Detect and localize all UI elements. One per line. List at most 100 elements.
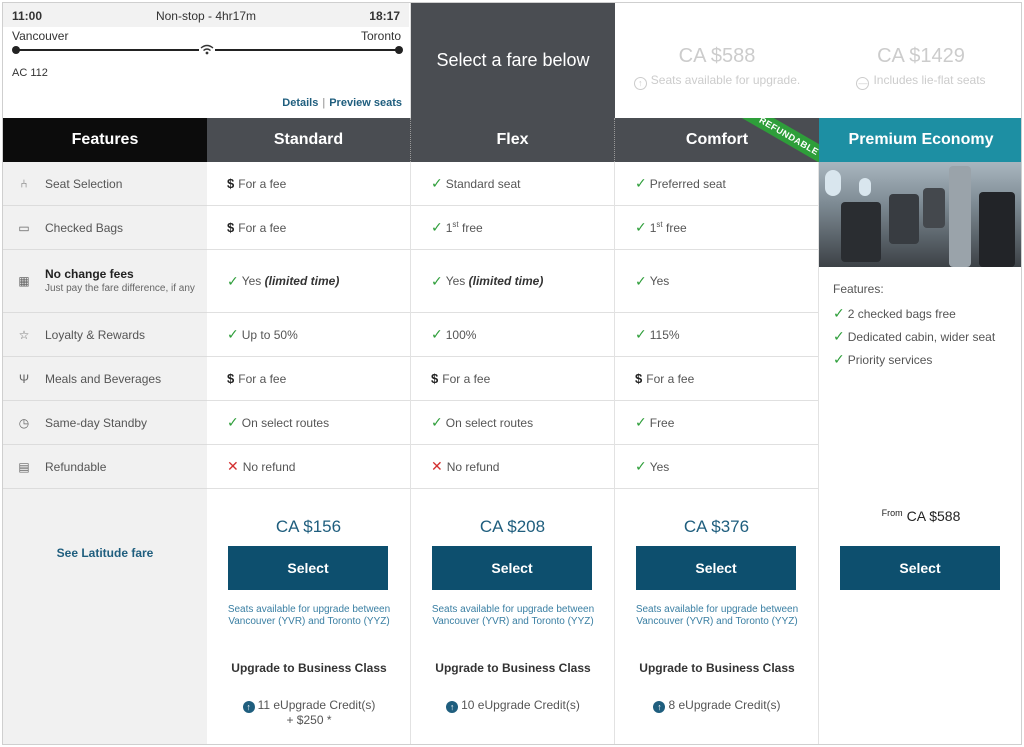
upgrade-title: Upgrade to Business Class bbox=[231, 661, 387, 675]
fare-cell-emphasis: (limited time) bbox=[465, 274, 544, 288]
upgrade-arrow-icon: ↑ bbox=[446, 701, 459, 713]
fare-cell: ✓ Up to 50% bbox=[207, 313, 410, 357]
fare-price: CA $208 bbox=[479, 517, 546, 536]
fare-cell-text: 115% bbox=[649, 327, 680, 342]
fare-cell-text: For a fee bbox=[238, 220, 287, 235]
top-price-business[interactable]: CA $588 ↑ Seats available for upgrade. bbox=[615, 3, 819, 118]
check-icon: ✓ bbox=[431, 219, 443, 235]
clock-icon: ◷ bbox=[18, 415, 30, 430]
comfort-fare-column: ✓ Preferred seat ✓ 1st free ✓ Yes ✓ 115% $ For a … bbox=[615, 162, 819, 744]
flex-fare-column: ✓ Standard seat ✓ 1st free ✓ Yes (limited tim… bbox=[411, 162, 615, 744]
fare-cell-text: Free bbox=[649, 415, 675, 430]
upgrade-note: Seats available for upgrade between Vanc… bbox=[227, 604, 391, 627]
features-header: Features bbox=[3, 118, 207, 162]
cross-icon: ✕ bbox=[227, 458, 239, 474]
upgrade-credits-text: 8 eUpgrade Credit(s) bbox=[668, 698, 781, 712]
standard-fare-column: $ For a fee $ For a fee ✓ Yes (limited time) ✓… bbox=[207, 162, 411, 744]
fare-cell: ✓ Yes (limited time) bbox=[411, 250, 614, 313]
fare-cell-text: For a fee bbox=[442, 371, 491, 386]
fare-cell-text: Yes bbox=[445, 274, 466, 288]
bag-icon: ▭ bbox=[18, 220, 30, 235]
upgrade-credits-text: 11 eUpgrade Credit(s) bbox=[257, 698, 376, 712]
cabin-bulkhead bbox=[949, 166, 971, 267]
upgrade-circle-icon: ↑ bbox=[633, 77, 647, 90]
check-icon: ✓ bbox=[635, 458, 647, 474]
fare-cell-text: For a fee bbox=[646, 371, 695, 386]
select-fare-prompt: Select a fare below bbox=[411, 3, 615, 118]
premium-features-label: Features: bbox=[833, 282, 884, 296]
upgrade-credits: ↑ 10 eUpgrade Credit(s) bbox=[425, 698, 601, 713]
origin-city: Vancouver bbox=[12, 29, 69, 43]
premium-select-button[interactable]: Select bbox=[840, 546, 1000, 590]
cabin-window bbox=[825, 170, 841, 196]
feature-title: No change fees bbox=[45, 267, 134, 281]
feature-row-refundable: ▤ Refundable bbox=[3, 445, 207, 489]
fare-cell: $ For a fee bbox=[411, 357, 614, 401]
fare-cell: ✕ No refund bbox=[411, 445, 614, 489]
premium-price-amount: CA $588 bbox=[906, 508, 961, 524]
features-column: ⑃ Seat Selection ▭ Checked Bags ▦ No chang… bbox=[3, 162, 207, 744]
fare-price: CA $376 bbox=[683, 517, 750, 536]
premium-price: From CA $588 bbox=[819, 508, 1021, 524]
wifi-icon bbox=[199, 42, 215, 56]
fare-cell: ✓ On select routes bbox=[207, 401, 410, 445]
preview-seats-link[interactable]: Preview seats bbox=[329, 97, 402, 109]
flight-links: Details | Preview seats bbox=[282, 97, 402, 109]
fare-cell: ✓ Yes bbox=[615, 250, 818, 313]
feature-row-meals: Ψ Meals and Beverages bbox=[3, 357, 207, 401]
fare-cell: ✓ Yes bbox=[615, 445, 818, 489]
dollar-icon: $ bbox=[227, 220, 235, 235]
check-icon: ✓ bbox=[833, 351, 845, 367]
fare-cell: ✓ 1st free bbox=[411, 206, 614, 250]
dollar-icon: $ bbox=[227, 371, 235, 386]
check-icon: ✓ bbox=[635, 219, 647, 235]
cabin-seat bbox=[923, 188, 945, 228]
link-separator: | bbox=[322, 97, 326, 109]
fare-cell-text: No refund bbox=[242, 459, 296, 474]
receipt-icon: ▤ bbox=[18, 459, 30, 474]
standard-select-button[interactable]: Select bbox=[228, 546, 388, 590]
check-icon: ✓ bbox=[227, 414, 239, 430]
flex-select-button[interactable]: Select bbox=[432, 546, 592, 590]
fare-cell: ✓ On select routes bbox=[411, 401, 614, 445]
feature-row-checked-bags: ▭ Checked Bags bbox=[3, 206, 207, 250]
fare-cell-text: 100% bbox=[445, 327, 477, 342]
feature-row-loyalty: ☆ Loyalty & Rewards bbox=[3, 313, 207, 357]
comfort-select-button[interactable]: Select bbox=[636, 546, 796, 590]
feature-subtitle: Just pay the fare difference, if any bbox=[45, 283, 195, 294]
fare-cell: ✓ 100% bbox=[411, 313, 614, 357]
fare-cell: ✓ Standard seat bbox=[411, 162, 614, 206]
fare-cell: $ For a fee bbox=[207, 162, 410, 206]
flight-number: AC 112 bbox=[12, 67, 48, 79]
upgrade-title: Upgrade to Business Class bbox=[639, 661, 795, 675]
comfort-header-label: Comfort bbox=[685, 131, 749, 148]
fare-cell-text: For a fee bbox=[238, 176, 287, 191]
check-icon: ✓ bbox=[635, 414, 647, 430]
upgrade-credits: ↑ 8 eUpgrade Credit(s) bbox=[629, 698, 805, 713]
check-icon: ✓ bbox=[227, 272, 239, 289]
fare-price: CA $156 bbox=[275, 517, 342, 536]
flight-summary-header: Non-stop - 4hr17m 11:00 18:17 bbox=[3, 3, 409, 27]
top-price-signature[interactable]: CA $1429 — Includes lie-flat seats bbox=[819, 3, 1021, 118]
check-icon: ✓ bbox=[431, 175, 443, 191]
cabin-seat bbox=[889, 194, 919, 244]
top-price-note: — Includes lie-flat seats bbox=[856, 73, 986, 90]
calendar-icon: ▦ bbox=[18, 274, 30, 288]
top-price-amount: CA $588 bbox=[678, 45, 756, 67]
upgrade-title: Upgrade to Business Class bbox=[435, 661, 591, 675]
fare-cell-text: Yes bbox=[241, 274, 262, 288]
fare-cell-text: Up to 50% bbox=[241, 327, 298, 342]
comfort-header: Comfort REFUNDABLE bbox=[615, 118, 819, 162]
fare-cell: ✕ No refund bbox=[207, 445, 410, 489]
fare-cell-text: No refund bbox=[446, 459, 500, 474]
check-icon: ✓ bbox=[833, 305, 845, 321]
fare-cell: $ For a fee bbox=[207, 357, 410, 401]
details-link[interactable]: Details bbox=[282, 97, 318, 109]
see-latitude-fare-link[interactable]: See Latitude fare bbox=[3, 546, 207, 560]
fare-cell-text: Standard seat bbox=[445, 176, 521, 191]
check-icon: ✓ bbox=[635, 326, 647, 342]
flex-header: Flex bbox=[411, 118, 615, 162]
upgrade-note: Seats available for upgrade between Vanc… bbox=[635, 604, 799, 627]
upgrade-note: Seats available for upgrade between Vanc… bbox=[431, 604, 595, 627]
feature-row-standby: ◷ Same-day Standby bbox=[3, 401, 207, 445]
